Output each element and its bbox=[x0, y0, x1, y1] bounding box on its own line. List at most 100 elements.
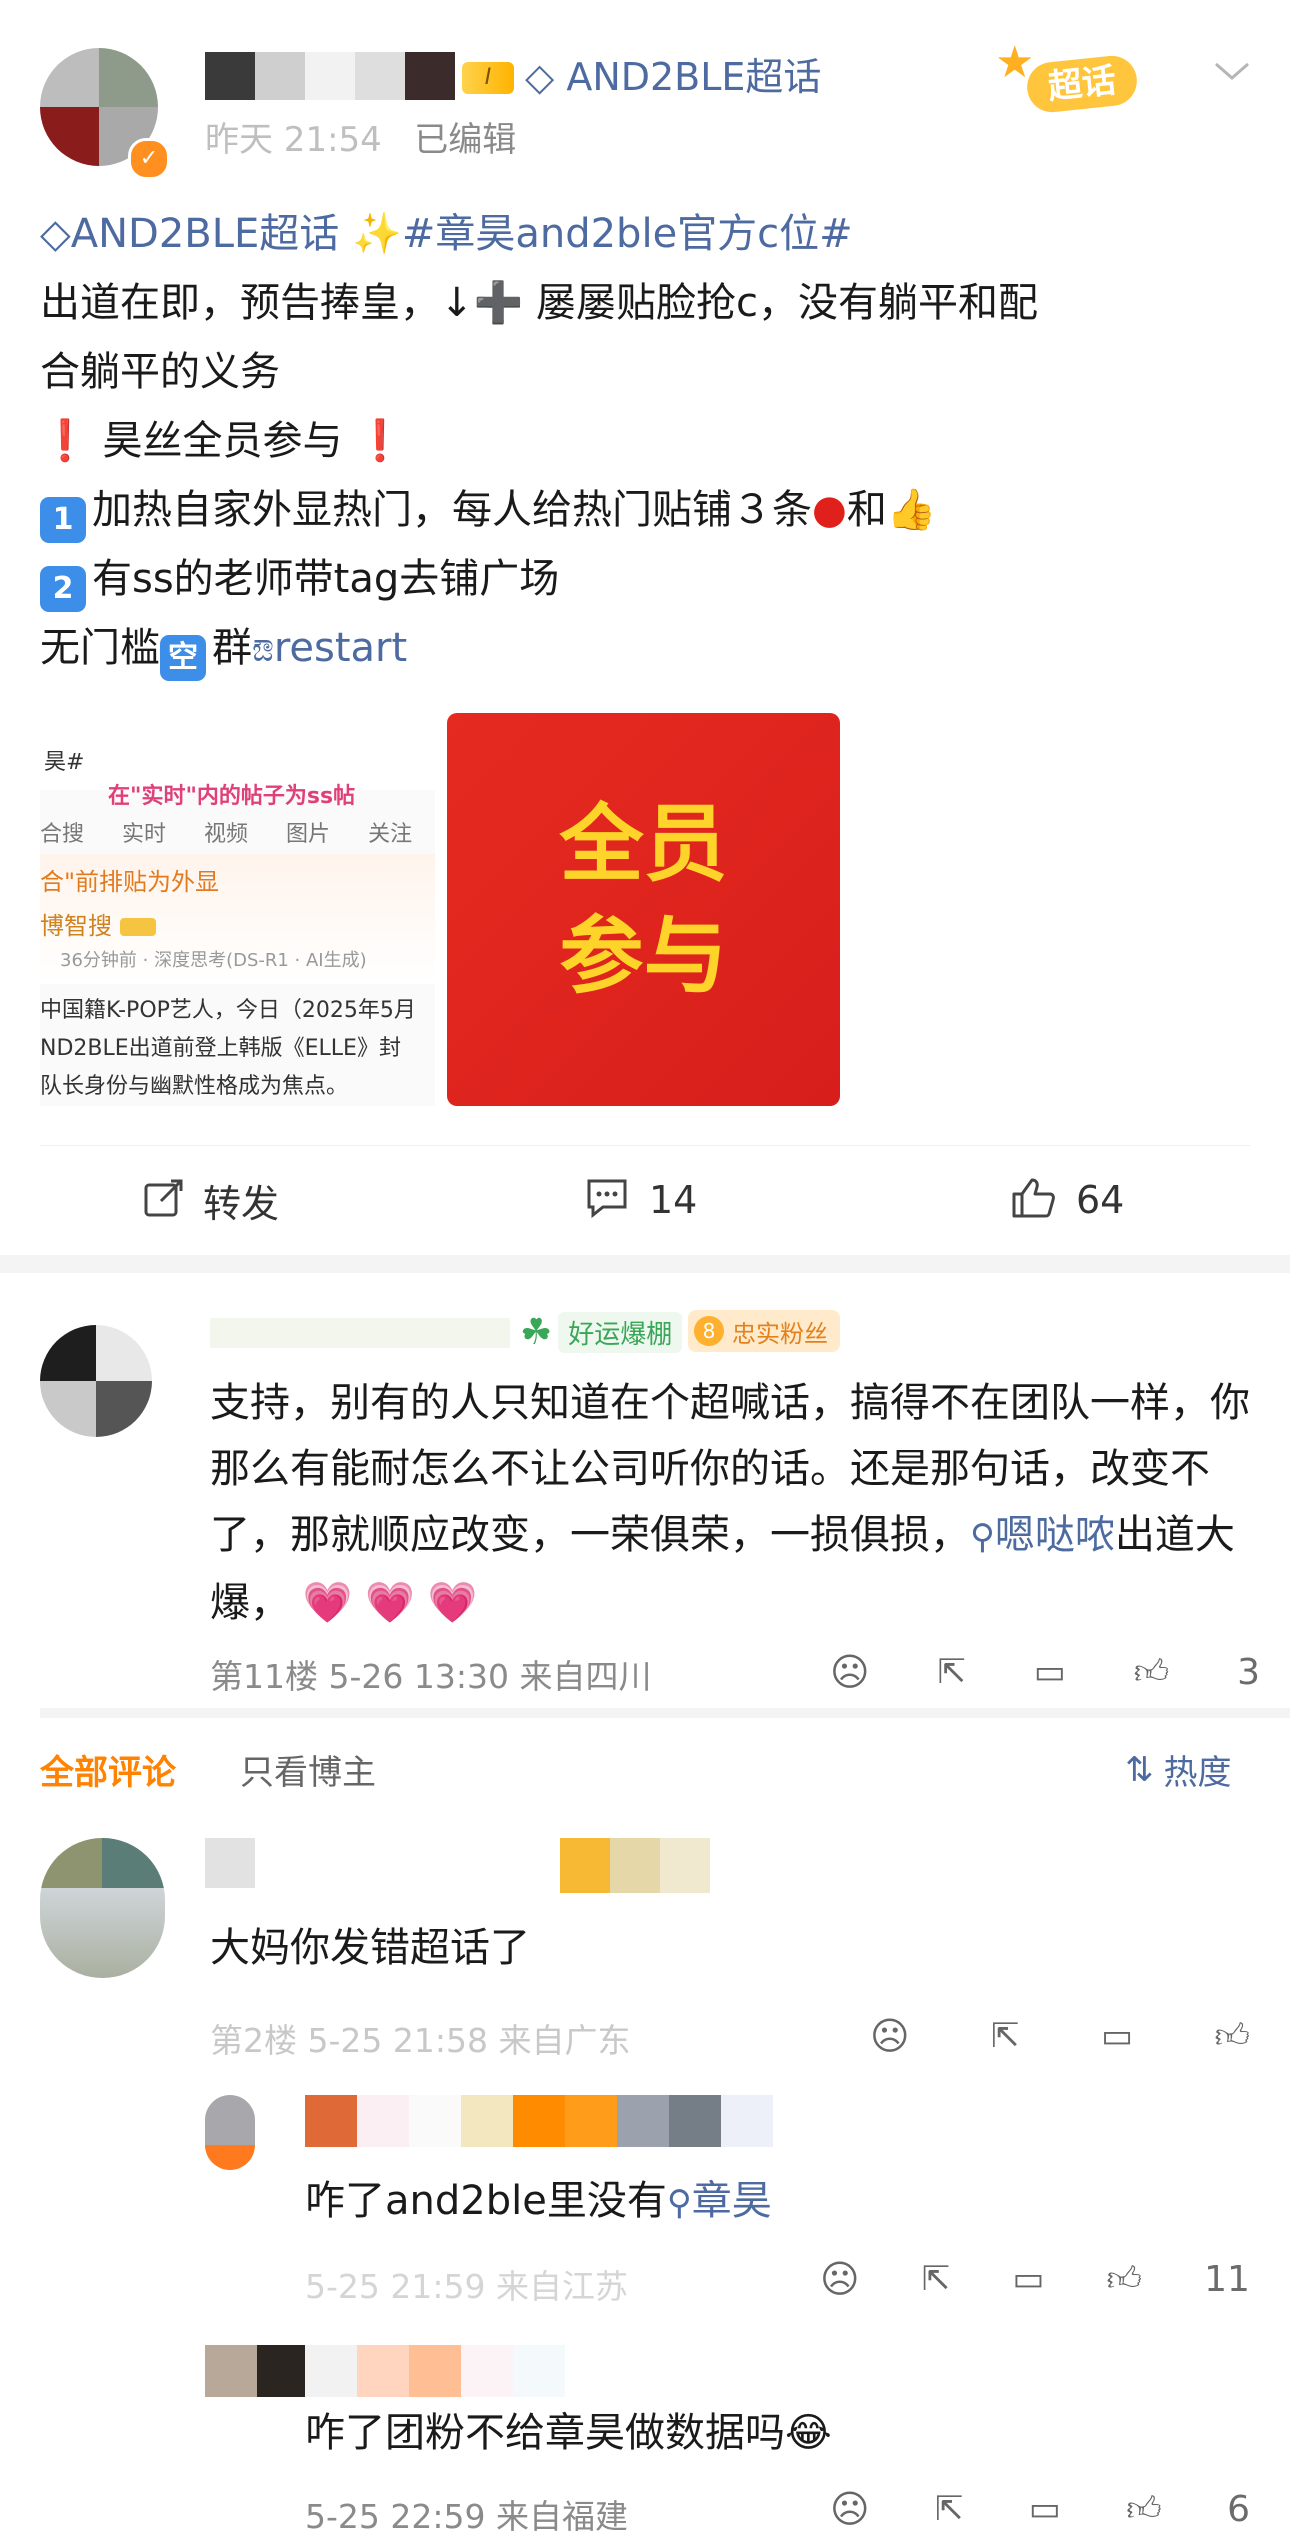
reply-meta: 5-25 21:59 来自江苏 bbox=[305, 2267, 628, 2306]
share-icon[interactable]: ⇱ bbox=[922, 2259, 951, 2299]
apple-icon: ● bbox=[812, 487, 847, 533]
reply-meta: 5-25 22:59 来自福建 bbox=[305, 2497, 628, 2536]
like-button[interactable]: 64 bbox=[1010, 1170, 1124, 1230]
repost-button[interactable]: 转发 bbox=[143, 1170, 279, 1230]
reply-icon[interactable]: ▭ bbox=[1029, 2489, 1061, 2529]
fan-badge bbox=[560, 1838, 710, 1893]
group-link[interactable]: ಔrestart bbox=[252, 625, 407, 671]
like-count: 11 bbox=[1204, 2258, 1250, 2300]
like-icon[interactable]: 👍︎ bbox=[1214, 2016, 1250, 2057]
search-link[interactable]: ⚲嗯哒哝 bbox=[970, 1512, 1115, 1558]
reply-icon[interactable]: ▭ bbox=[1012, 2259, 1044, 2299]
poster-text: 全员 参与 bbox=[559, 795, 728, 1005]
keycap-1-icon: 1 bbox=[40, 496, 86, 543]
comment-action-bar: ☹ ⇱ ▭ 👍︎ bbox=[870, 2012, 1250, 2060]
laughing-icon: 😂 bbox=[785, 2410, 832, 2456]
image1-tabs: 合搜 实时 视频 图片 关注 bbox=[40, 822, 413, 847]
post-line-4: ❗ 昊丝全员参与 ❗ bbox=[40, 418, 406, 464]
like-count: 3 bbox=[1237, 1651, 1260, 1693]
search-icon: ⚲ bbox=[970, 1517, 995, 1557]
verified-badge-icon: ✓ bbox=[128, 138, 170, 180]
image1-caption: 在"实时"内的帖子为ss帖 bbox=[108, 784, 356, 809]
like-icon[interactable]: 👍︎ bbox=[1134, 1652, 1170, 1693]
repost-icon bbox=[143, 1177, 185, 1223]
comment-text: 大妈你发错超话了 bbox=[210, 1925, 530, 1971]
dislike-face-icon[interactable]: ☹ bbox=[830, 1650, 870, 1694]
tab-author-only[interactable]: 只看博主 bbox=[240, 1745, 376, 1794]
dislike-face-icon[interactable]: ☹ bbox=[830, 2487, 870, 2531]
image1-subtitle: 合"前排贴为外显 bbox=[40, 868, 220, 896]
post-time: 昨天 21:54 已编辑 bbox=[205, 120, 517, 160]
thumbs-up-icon: 👍 bbox=[886, 487, 937, 533]
thumbs-up-outline-icon bbox=[1010, 1176, 1056, 1224]
post-line-5: 1 加热自家外显热门，每人给热门贴铺３条●和👍 bbox=[40, 476, 1260, 545]
sort-button[interactable]: ⇅ 热度 bbox=[1125, 1745, 1232, 1794]
commenter-avatar[interactable] bbox=[40, 1325, 152, 1437]
like-icon[interactable]: 👍︎ bbox=[1126, 2489, 1162, 2530]
search-link[interactable]: ⚲章昊 bbox=[667, 2178, 772, 2224]
group-icon: ಔ bbox=[252, 631, 274, 669]
share-icon[interactable]: ⇱ bbox=[937, 1652, 966, 1692]
comment-meta: 第2楼 5-25 21:58 来自广东 bbox=[210, 2021, 631, 2060]
exclamation-icon: ❗ bbox=[40, 418, 90, 464]
reply-icon[interactable]: ▭ bbox=[1034, 1652, 1066, 1692]
reply-text: 咋了团粉不给章昊做数据吗😂 bbox=[305, 2410, 832, 2456]
lucky-badge: ☘ 好运爆棚 bbox=[520, 1310, 683, 1354]
search-icon: ⚲ bbox=[666, 2183, 692, 2223]
heart-icon: 💗 bbox=[352, 1580, 416, 1626]
supertopic-badge-label: 超话 bbox=[1024, 53, 1140, 115]
reply-avatar[interactable] bbox=[205, 2095, 255, 2170]
comment-meta: 第11楼 5-26 13:30 来自四川 bbox=[210, 1657, 652, 1696]
hashtag-link[interactable]: #章昊and2ble官方c位# bbox=[402, 211, 853, 257]
reply-icon[interactable]: ▭ bbox=[1101, 2016, 1133, 2056]
empty-square-icon: 空 bbox=[160, 634, 206, 681]
image1-title: 昊# bbox=[44, 750, 85, 775]
diamond-icon: ◇ bbox=[525, 55, 555, 99]
reply-action-bar: ☹ ⇱ ▭ 👍︎ 6 bbox=[830, 2485, 1250, 2533]
sparkles-icon: ✨ bbox=[352, 211, 402, 257]
comment-button[interactable]: 14 bbox=[585, 1170, 697, 1230]
reply-avatar[interactable] bbox=[205, 2345, 309, 2397]
dislike-face-icon[interactable]: ☹ bbox=[870, 2014, 910, 2058]
reply-name[interactable] bbox=[305, 2345, 565, 2397]
supertopic-inline-link[interactable]: ◇AND2BLE超话 bbox=[40, 211, 339, 257]
post-image-screenshot[interactable]: 昊# 在"实时"内的帖子为ss帖 合搜 实时 视频 图片 关注 合"前排贴为外显 博智搜… bbox=[40, 730, 435, 1106]
post-line-1: ◇AND2BLE超话 ✨#章昊and2ble官方c位# bbox=[40, 200, 1260, 269]
commenter-name[interactable] bbox=[205, 1838, 255, 1888]
post-line-6: 2 有ss的老师带tag去铺广场 bbox=[40, 545, 1260, 614]
exclamation-icon: ❗ bbox=[355, 418, 406, 464]
clover-icon: ☘ bbox=[520, 1311, 553, 1353]
dislike-face-icon[interactable]: ☹ bbox=[820, 2257, 860, 2301]
image1-meta: 36分钟前 · 深度思考(DS-R1 · AI生成) bbox=[60, 950, 367, 971]
reply-text: 咋了and2ble里没有⚲章昊 bbox=[305, 2178, 772, 2224]
keycap-2-icon: 2 bbox=[40, 565, 86, 612]
level-badge: I bbox=[462, 62, 514, 94]
reply-name[interactable] bbox=[305, 2095, 773, 2147]
comment-action-bar: ☹ ⇱ ▭ 👍︎ 3 bbox=[830, 1648, 1260, 1696]
author-name[interactable] bbox=[205, 52, 460, 100]
fan-badge: 8 忠实粉丝 bbox=[688, 1310, 840, 1352]
post-line-7: 无门槛空群ಔrestart bbox=[40, 614, 1260, 685]
diamond-icon: ◇ bbox=[40, 211, 71, 257]
image1-source: 博智搜 bbox=[40, 906, 156, 941]
commenter-avatar[interactable] bbox=[40, 1838, 165, 1978]
comment-text: 支持，别有的人只知道在个超喊话，搞得不在团队一样，你那么有能耐怎么不让公司听你的… bbox=[210, 1380, 1250, 1626]
supertopic-link[interactable]: ◇ AND2BLE超话 bbox=[525, 52, 821, 102]
post-line-2: 出道在即，预告捧皇，↓➕ 屡屡贴脸抢c，没有躺平和配 bbox=[40, 280, 1039, 326]
chevron-down-icon[interactable] bbox=[1212, 56, 1249, 86]
like-icon[interactable]: 👍︎ bbox=[1107, 2259, 1143, 2300]
share-icon[interactable]: ⇱ bbox=[935, 2489, 964, 2529]
share-icon[interactable]: ⇱ bbox=[991, 2016, 1020, 2056]
commenter-name[interactable] bbox=[210, 1318, 510, 1348]
comment-icon bbox=[585, 1177, 629, 1223]
reply-action-bar: ☹ ⇱ ▭ 👍︎ 11 bbox=[820, 2255, 1250, 2303]
tab-all-comments[interactable]: 全部评论 bbox=[40, 1745, 176, 1794]
supertopic-badge[interactable]: ★ 超话 bbox=[995, 37, 1155, 115]
heart-icon: 💗 bbox=[415, 1580, 478, 1626]
post-image-red-poster[interactable]: 全员 参与 bbox=[447, 713, 840, 1106]
post-body: ◇AND2BLE超话 ✨#章昊and2ble官方c位# 出道在即，预告捧皇，↓➕… bbox=[40, 200, 1260, 685]
post-line-3: 合躺平的义务 bbox=[40, 349, 280, 395]
heart-icon: 💗 bbox=[302, 1580, 353, 1626]
image1-body: 中国籍K-POP艺人，今日（2025年5月 ND2BLE出道前登上韩版《ELLE… bbox=[40, 998, 416, 1099]
like-count: 6 bbox=[1227, 2488, 1250, 2530]
